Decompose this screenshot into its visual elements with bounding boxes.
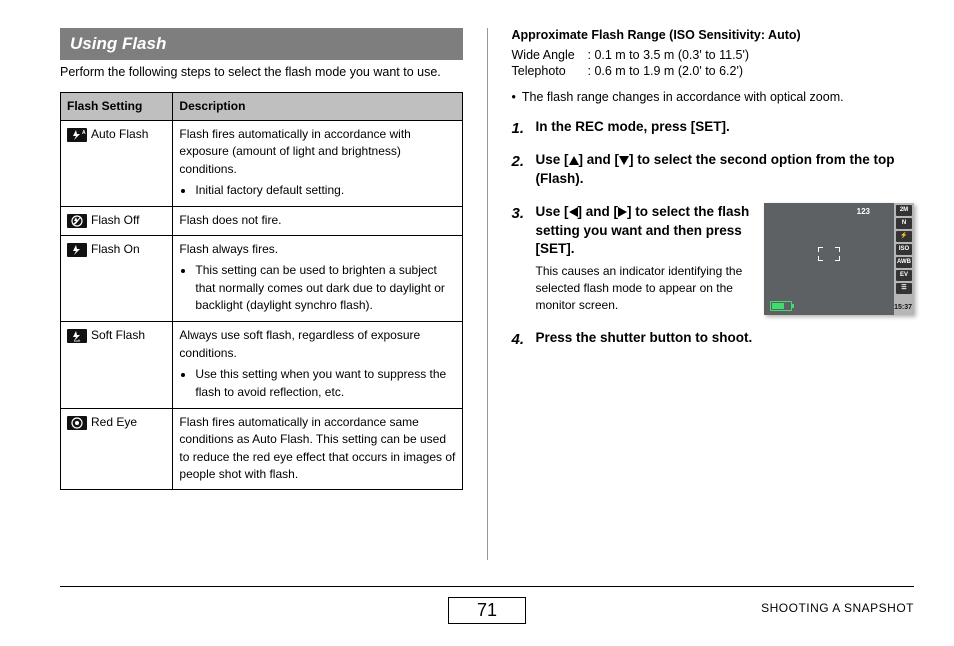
step-title: Press the shutter button to shoot. bbox=[536, 330, 753, 345]
battery-icon bbox=[770, 301, 792, 311]
intro-text: Perform the following steps to select th… bbox=[60, 64, 463, 82]
flash-setting-cell: Flash On bbox=[61, 235, 173, 322]
table-row: Flash OffFlash does not fire. bbox=[61, 207, 463, 235]
flash-setting-cell: Flash Off bbox=[61, 207, 173, 235]
flash-description-cell: Flash fires automatically in accordance … bbox=[173, 408, 462, 489]
lcd-preview: 123 2M N ⚡ ISO AWB EV ☰ 15:37 bbox=[764, 203, 914, 315]
col-header-setting: Flash Setting bbox=[61, 92, 173, 120]
svg-text:soft: soft bbox=[74, 338, 81, 343]
lcd-badge: ⚡ bbox=[896, 231, 912, 242]
flash-description-cell: Flash always fires.This setting can be u… bbox=[173, 235, 462, 322]
flash-off-icon bbox=[67, 214, 87, 228]
step-title: In the REC mode, press [SET]. bbox=[536, 119, 730, 134]
lcd-badge: N bbox=[896, 218, 912, 229]
page-footer: 71 SHOOTING A SNAPSHOT bbox=[60, 586, 914, 624]
table-row: softSoft FlashAlways use soft flash, reg… bbox=[61, 322, 463, 409]
table-row: AAuto FlashFlash fires automatically in … bbox=[61, 120, 463, 207]
flash-range-title: Approximate Flash Range (ISO Sensitivity… bbox=[512, 28, 915, 42]
step-item: Press the shutter button to shoot. bbox=[512, 329, 915, 348]
flash-settings-table: Flash Setting Description AAuto FlashFla… bbox=[60, 92, 463, 490]
flash-description-cell: Always use soft flash, regardless of exp… bbox=[173, 322, 462, 409]
lcd-badge: EV bbox=[896, 270, 912, 281]
col-header-description: Description bbox=[173, 92, 462, 120]
column-divider bbox=[487, 28, 488, 560]
redeye-icon bbox=[67, 416, 87, 430]
steps-list: In the REC mode, press [SET]. Use [] and … bbox=[512, 118, 915, 348]
svg-text:A: A bbox=[82, 130, 86, 136]
step-item: Use [] and [] to select the second optio… bbox=[512, 151, 915, 189]
section-title: Using Flash bbox=[60, 28, 463, 60]
flash-description-cell: Flash fires automatically in accordance … bbox=[173, 120, 462, 207]
flash-range-line: Telephoto: 0.6 m to 1.9 m (2.0' to 6.2') bbox=[512, 64, 915, 78]
flash-on-icon bbox=[67, 243, 87, 257]
right-column: Approximate Flash Range (ISO Sensitivity… bbox=[512, 28, 915, 560]
step-title: Use [] and [] to select the second optio… bbox=[536, 152, 895, 186]
flash-setting-cell: softSoft Flash bbox=[61, 322, 173, 409]
step-body: This causes an indicator identifying the… bbox=[536, 263, 753, 313]
lcd-focus-frame bbox=[818, 247, 840, 261]
flash-setting-cell: Red Eye bbox=[61, 408, 173, 489]
step-title: Use [] and [] to select the flash settin… bbox=[536, 204, 750, 257]
table-row: Flash OnFlash always fires.This setting … bbox=[61, 235, 463, 322]
flash-setting-cell: AAuto Flash bbox=[61, 120, 173, 207]
lcd-badge: ISO bbox=[896, 244, 912, 255]
lcd-badge: AWB bbox=[896, 257, 912, 268]
flash-description-cell: Flash does not fire. bbox=[173, 207, 462, 235]
lcd-badge: ☰ bbox=[896, 283, 912, 294]
triangle-down-icon bbox=[619, 156, 629, 165]
page-number: 71 bbox=[448, 597, 526, 624]
flash-auto-icon: A bbox=[67, 128, 87, 142]
triangle-left-icon bbox=[569, 207, 578, 217]
flash-range-note: •The flash range changes in accordance w… bbox=[512, 90, 915, 104]
flash-range-line: Wide Angle: 0.1 m to 3.5 m (0.3' to 11.5… bbox=[512, 48, 915, 62]
footer-section-label: SHOOTING A SNAPSHOT bbox=[761, 601, 914, 615]
left-column: Using Flash Perform the following steps … bbox=[60, 28, 463, 560]
triangle-right-icon bbox=[618, 207, 627, 217]
triangle-up-icon bbox=[569, 156, 579, 165]
flash-soft-icon: soft bbox=[67, 329, 87, 343]
table-row: Red EyeFlash fires automatically in acco… bbox=[61, 408, 463, 489]
step-item: Use [] and [] to select the flash settin… bbox=[512, 203, 915, 315]
step-item: In the REC mode, press [SET]. bbox=[512, 118, 915, 137]
lcd-shot-count: 123 bbox=[857, 206, 870, 217]
lcd-sidebar: 2M N ⚡ ISO AWB EV ☰ 15:37 bbox=[894, 203, 914, 315]
lcd-time: 15:37 bbox=[894, 303, 912, 313]
lcd-badge: 2M bbox=[896, 205, 912, 216]
